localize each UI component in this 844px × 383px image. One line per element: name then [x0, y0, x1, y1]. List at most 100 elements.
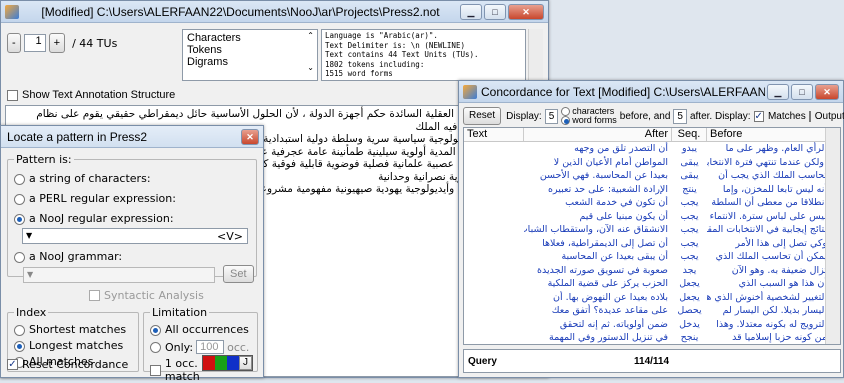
chevron-down-icon[interactable]: ⌄: [307, 62, 314, 74]
query-label: Query: [468, 356, 497, 367]
table-row[interactable]: بلاده بعيدا عن النهوض بها. أن يجعل التغيير…: [464, 291, 840, 305]
info-scrollbar[interactable]: [528, 29, 543, 81]
seq-cell: يجعل: [679, 291, 700, 303]
table-row[interactable]: على مقاعد عديدة؟ أتفق معك يحصل اليسار بديل…: [464, 304, 840, 318]
main-titlebar[interactable]: [Modified] C:\Users\ALERFAAN22\Documents…: [1, 1, 548, 23]
grammar-combobox[interactable]: ▼: [23, 267, 215, 283]
outputs-checkbox[interactable]: [808, 110, 811, 122]
red-color-swatch[interactable]: [203, 356, 215, 370]
green-color-swatch[interactable]: [215, 356, 227, 370]
perl-radio[interactable]: [14, 193, 25, 205]
column-header-seq[interactable]: Seq.: [672, 128, 707, 141]
text-cell: [464, 291, 524, 305]
column-header-after[interactable]: After: [524, 128, 672, 141]
only-count-field[interactable]: 100: [196, 340, 225, 354]
table-row[interactable]: أن التصدر تلق من وجهه يبدو الرأي العام. وظ…: [464, 142, 840, 156]
display-label: Display:: [506, 110, 542, 122]
annotation-item[interactable]: Digrams: [187, 56, 313, 68]
all-occurrences-label: All occurrences: [165, 323, 249, 336]
reset-concordance-checkbox[interactable]: [7, 359, 18, 370]
prev-tu-button[interactable]: -: [7, 33, 21, 53]
outputs-label: Outputs: [814, 110, 844, 122]
dropdown-arrow-icon[interactable]: ▼: [27, 270, 33, 279]
info-line: Language is "Arabic(ar)".: [325, 31, 438, 40]
locate-action-button[interactable]: J: [239, 356, 252, 370]
seq-cell: يجب: [680, 251, 699, 262]
per-match-checkbox[interactable]: [150, 364, 161, 376]
table-row[interactable]: أن تكون في خدمة الشعب يجب انطلاقا من معطى …: [464, 196, 840, 210]
before-cell: انطلاقا من معطى أن السلطة: [711, 197, 827, 208]
after-cell: أن التصدر تلق من وجهه: [574, 143, 668, 154]
shortest-radio[interactable]: [14, 324, 25, 336]
maximize-button[interactable]: □: [484, 3, 506, 20]
table-row[interactable]: الإرادة الشعبية: على حد تعبيره ينتج أنه لي…: [464, 183, 840, 197]
annotation-listbox[interactable]: Characters Tokens Digrams ⌃ ⌄: [182, 29, 318, 81]
locate-close-button[interactable]: ✕: [241, 128, 259, 145]
close-button[interactable]: ✕: [508, 3, 544, 20]
table-row[interactable]: الحزب يركز على قضية الملكية يجعل أن هذا هو…: [464, 277, 840, 291]
concordance-minimize-button[interactable]: ▁: [767, 83, 789, 100]
blue-color-swatch[interactable]: [227, 356, 239, 370]
only-radio[interactable]: [150, 341, 161, 353]
after-count-field[interactable]: 5: [673, 108, 687, 124]
after-cell: أن يكون مبنيا على قيم: [579, 210, 668, 222]
before-cell: أن هذا هو السبب الذي: [738, 278, 827, 289]
annotation-item[interactable]: Tokens: [187, 44, 313, 56]
table-row[interactable]: ضمن أولوياته. ثم إنه لتحقق يدخل الترويج له…: [464, 318, 840, 332]
concordance-maximize-button[interactable]: □: [791, 83, 813, 100]
concordance-status-bar: Query 114/114: [463, 349, 841, 373]
before-cell: تحاسب الملك الذي يجب أن: [718, 170, 827, 181]
after-cell: الإرادة الشعبية: على حد تعبيره: [548, 183, 668, 195]
nooj-regex-radio[interactable]: [14, 213, 25, 225]
table-row[interactable]: أن يبقى بعيدا عن المحاسبة يجب يمكن أن تحاس…: [464, 250, 840, 264]
seq-cell: يجعل: [679, 278, 700, 289]
table-header: Text After Seq. Before: [464, 128, 840, 142]
table-row[interactable]: في تنزيل الدستور وفي المهمة ينجح من كونه ح…: [464, 331, 840, 344]
table-row[interactable]: بعيدا عن المحاسبة. فهي الأحسن يبقى تحاسب ا…: [464, 169, 840, 183]
only-label: Only:: [165, 340, 194, 354]
string-radio[interactable]: [14, 173, 25, 185]
annotation-item[interactable]: Characters: [187, 32, 313, 44]
characters-radio[interactable]: [561, 107, 571, 116]
before-and-label: before, and: [619, 110, 671, 122]
occ-label: occ.: [227, 340, 250, 354]
concordance-reset-button[interactable]: Reset: [463, 107, 502, 125]
after-cell: في تنزيل الدستور وفي المهمة: [548, 332, 668, 343]
table-row[interactable]: أن يكون مبنيا على قيم يجب ليس على لباس ستر…: [464, 210, 840, 224]
before-cell: الرأي العام. وظهر على ما: [725, 143, 827, 154]
table-row[interactable]: صعوبة في تسويق صورته الجديدة يجد تزال ضعيف…: [464, 264, 840, 278]
tu-index-field[interactable]: 1: [23, 34, 46, 52]
set-button[interactable]: Set: [223, 265, 254, 283]
longest-radio[interactable]: [14, 340, 25, 352]
app-icon: [5, 4, 19, 19]
concordance-scrollbar[interactable]: [825, 128, 840, 344]
table-row[interactable]: أن تصل إلى الديمقراطية، فعلاها يجب وكي تصل…: [464, 237, 840, 251]
regex-combobox[interactable]: ▼ <V>: [22, 228, 248, 244]
dropdown-arrow-icon[interactable]: ▼: [26, 231, 32, 240]
after-cell: المواطن أمام الأعيان الذين لا: [553, 156, 668, 168]
table-row[interactable]: المواطن أمام الأعيان الذين لا يبقى .ولكن ع…: [464, 156, 840, 170]
concordance-table[interactable]: Text After Seq. Before أن التصدر تلق من …: [463, 127, 841, 345]
column-header-before[interactable]: Before: [707, 128, 840, 141]
next-tu-button[interactable]: +: [48, 33, 66, 53]
word-forms-radio[interactable]: [561, 116, 571, 126]
minimize-button[interactable]: ▁: [460, 3, 482, 20]
locate-titlebar[interactable]: Locate a pattern in Press2 ✕: [1, 126, 263, 148]
before-count-field[interactable]: 5: [544, 108, 559, 124]
text-cell: [464, 304, 524, 318]
text-cell: [464, 250, 524, 264]
column-header-text[interactable]: Text: [464, 128, 524, 141]
text-cell: [464, 169, 524, 183]
nooj-grammar-radio[interactable]: [14, 251, 25, 263]
syntactic-analysis-checkbox[interactable]: [89, 290, 100, 301]
concordance-close-button[interactable]: ✕: [815, 83, 839, 100]
matches-checkbox[interactable]: [753, 110, 764, 122]
all-occurrences-radio[interactable]: [150, 324, 161, 336]
concordance-titlebar[interactable]: Concordance for Text [Modified] C:\Users…: [459, 81, 843, 103]
concordance-rows: أن التصدر تلق من وجهه يبدو الرأي العام. وظ…: [464, 142, 840, 344]
position-label: 114/114: [634, 356, 670, 367]
chevron-up-icon[interactable]: ⌃: [307, 30, 314, 42]
show-structure-checkbox[interactable]: [7, 89, 18, 101]
syntactic-analysis-label: Syntactic Analysis: [104, 289, 204, 302]
table-row[interactable]: الانشقاق عنه الآن، واستقطاب الشباب يجب نتا…: [464, 223, 840, 237]
